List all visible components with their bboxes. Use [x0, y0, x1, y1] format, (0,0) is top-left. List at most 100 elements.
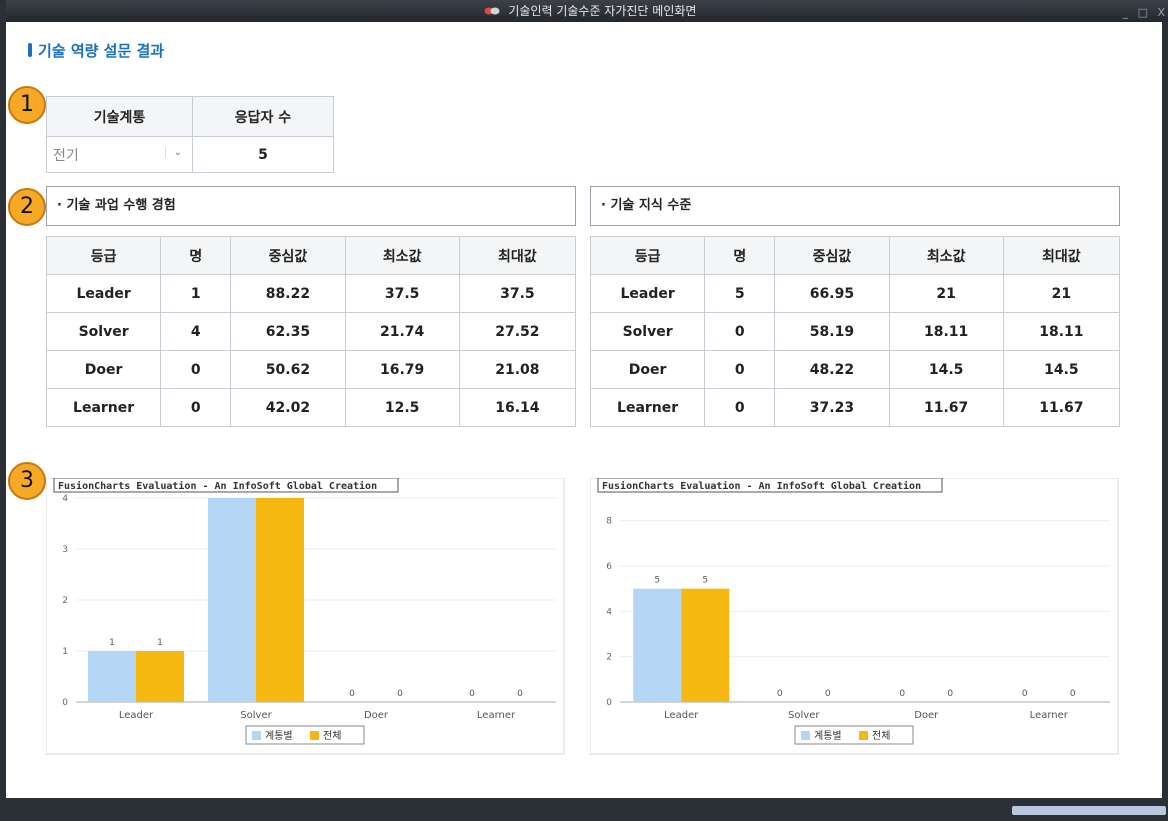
task-table-cell: Learner — [45, 388, 162, 427]
task-table-cell: 0 — [160, 350, 232, 389]
data-label: 0 — [825, 689, 831, 699]
knowledge-table-cell: 48.22 — [774, 350, 890, 389]
window-title: 기술인력 기술수준 자가진단 메인화면 — [508, 4, 697, 18]
data-label: 0 — [397, 689, 403, 699]
knowledge-table-cell: 58.19 — [774, 312, 890, 351]
knowledge-table-header-cell: 최소값 — [888, 236, 1004, 275]
summary-header-category: 기술계통 — [46, 96, 193, 137]
x-tick-label: Solver — [240, 710, 272, 721]
table-row: Leader 1 88.22 37.5 37.5 — [45, 274, 577, 313]
bar-leader — [633, 588, 682, 702]
data-label: 5 — [654, 576, 660, 586]
task-table-cell: 21.74 — [344, 312, 460, 351]
task-table-header-cell: 명 — [160, 236, 232, 275]
knowledge-level-table: 등급 명 중심값 최소값 최대값 Leader 5 66.95 21 21 Solver 0 58.19… — [589, 236, 1121, 427]
knowledge-table-cell: 18.11 — [888, 312, 1004, 351]
knowledge-table-cell: 18.11 — [1002, 312, 1121, 351]
title-bar-icon — [28, 43, 32, 57]
knowledge-table-cell: 11.67 — [1002, 388, 1121, 427]
task-table-cell: 4 — [160, 312, 232, 351]
knowledge-table-cell: 0 — [704, 350, 776, 389]
knowledge-table-header-cell: 최대값 — [1002, 236, 1121, 275]
task-table-cell: Doer — [45, 350, 162, 389]
legend-label: 전체 — [872, 730, 890, 742]
bar-solver — [256, 498, 304, 702]
task-table-cell: 1 — [160, 274, 232, 313]
task-table-header-cell: 등급 — [45, 236, 162, 275]
task-table-cell: 16.79 — [344, 350, 460, 389]
task-table-cell: 0 — [160, 388, 232, 427]
task-table-header-cell: 최소값 — [344, 236, 460, 275]
chevron-down-icon[interactable]: ⌄ — [164, 147, 182, 158]
data-label: 0 — [1022, 689, 1028, 699]
x-tick-label: Leader — [664, 710, 699, 721]
knowledge-table-cell: 14.5 — [888, 350, 1004, 389]
knowledge-table-header-cell: 등급 — [589, 236, 706, 275]
y-tick-label: 2 — [62, 596, 68, 606]
task-table-cell: 16.14 — [458, 388, 577, 427]
bar-leader — [88, 651, 136, 702]
x-tick-label: Learner — [1030, 710, 1069, 721]
marker-2: 2 — [8, 188, 46, 226]
knowledge-table-cell: Doer — [589, 350, 706, 389]
horizontal-scrollbar[interactable] — [1012, 806, 1166, 815]
knowledge-table-cell: 5 — [704, 274, 776, 313]
bar-solver — [208, 498, 256, 702]
table-row: Solver 4 62.35 21.74 27.52 — [45, 312, 577, 351]
legend-label: 전체 — [323, 730, 341, 742]
knowledge-table-cell: 66.95 — [774, 274, 890, 313]
task-experience-table: 등급 명 중심값 최소값 최대값 Leader 1 88.22 37.5 37.5 Solver 4 6… — [45, 236, 577, 427]
window-controls[interactable]: _ □ X — [1123, 2, 1168, 24]
knowledge-table-cell: Learner — [589, 388, 706, 427]
table-row: Doer 0 50.62 16.79 21.08 — [45, 350, 577, 389]
app-window: 기술인력 기술수준 자가진단 메인화면 _ □ X 기술 역량 설문 결과 1 … — [0, 0, 1168, 821]
data-label: 0 — [947, 689, 953, 699]
knowledge-table-cell: 37.23 — [774, 388, 890, 427]
category-select-value: 전기 — [53, 147, 79, 164]
legend-swatch — [801, 731, 810, 740]
y-tick-label: 4 — [606, 607, 612, 617]
marker-1: 1 — [8, 86, 46, 124]
x-tick-label: Leader — [119, 710, 154, 721]
chart-title: FusionCharts Evaluation - An InfoSoft Gl… — [602, 480, 921, 492]
section-header-knowledge-level: · 기술 지식 수준 — [590, 186, 1120, 226]
task-table-cell: 42.02 — [230, 388, 346, 427]
knowledge-table-cell: 21 — [888, 274, 1004, 313]
category-select[interactable]: 전기 ⌄ — [46, 136, 193, 173]
table-row: Learner 0 37.23 11.67 11.67 — [589, 388, 1121, 427]
legend-label: 계통별 — [265, 730, 293, 742]
knowledge-table-cell: 0 — [704, 312, 776, 351]
task-table-cell: 12.5 — [344, 388, 460, 427]
task-table-cell: 50.62 — [230, 350, 346, 389]
data-label: 1 — [109, 638, 115, 648]
task-table-cell: 37.5 — [344, 274, 460, 313]
page-title-text: 기술 역량 설문 결과 — [38, 42, 165, 60]
data-label: 0 — [517, 689, 523, 699]
x-tick-label: Learner — [477, 710, 516, 721]
y-tick-label: 3 — [62, 545, 68, 555]
respondent-count: 5 — [192, 136, 334, 173]
knowledge-table-cell: 0 — [704, 388, 776, 427]
section-header-task-experience: · 기술 과업 수행 경험 — [46, 186, 576, 226]
knowledge-table-cell: 21 — [1002, 274, 1121, 313]
task-table-cell: 62.35 — [230, 312, 346, 351]
y-tick-label: 1 — [62, 647, 68, 657]
legend-swatch — [859, 731, 868, 740]
title-bar: 기술인력 기술수준 자가진단 메인화면 _ □ X — [6, 0, 1168, 22]
legend-box — [794, 725, 914, 745]
legend-swatch — [252, 731, 261, 740]
knowledge-table-cell: Solver — [589, 312, 706, 351]
data-label: 0 — [777, 689, 783, 699]
task-table-cell: Solver — [45, 312, 162, 351]
chart-title: FusionCharts Evaluation - An InfoSoft Gl… — [58, 480, 377, 492]
task-experience-chart: 0123411Leader44Solver00Doer00LearnerFusi… — [46, 478, 565, 755]
data-label: 0 — [349, 689, 355, 699]
x-tick-label: Doer — [364, 710, 389, 721]
table-row: Learner 0 42.02 12.5 16.14 — [45, 388, 577, 427]
chart-title-box: FusionCharts Evaluation - An InfoSoft Gl… — [53, 478, 399, 493]
table-row: Leader 5 66.95 21 21 — [589, 274, 1121, 313]
table-row: Doer 0 48.22 14.5 14.5 — [589, 350, 1121, 389]
y-tick-label: 8 — [606, 517, 612, 527]
summary-table: 기술계통 응답자 수 전기 ⌄ 5 — [46, 96, 334, 173]
bar-leader — [681, 588, 730, 702]
